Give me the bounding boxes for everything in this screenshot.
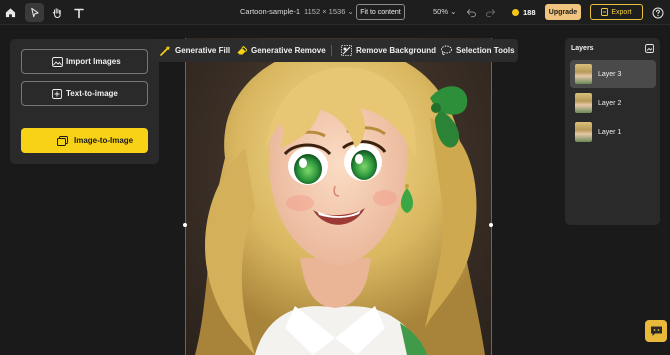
resize-handle-left[interactable]	[183, 223, 187, 227]
fit-to-content-button[interactable]: Fit to content	[356, 4, 405, 20]
image-stack-icon	[57, 135, 68, 146]
layer-thumbnail	[575, 122, 592, 142]
layer-thumbnail	[575, 64, 592, 84]
generative-fill-label: Generative Fill	[175, 46, 231, 55]
selection-tools-tool[interactable]: Selection Tools	[440, 39, 515, 62]
chevron-down-icon: ⌄	[450, 7, 457, 16]
selection-tools-label: Selection Tools	[456, 46, 515, 55]
generative-fill-tool[interactable]: Generative Fill	[160, 39, 230, 62]
hand-icon[interactable]	[47, 3, 66, 22]
redo-icon[interactable]	[481, 3, 500, 22]
layer-item[interactable]: Layer 2	[570, 89, 656, 117]
text-to-image-button[interactable]: Text-to-image	[21, 81, 148, 106]
left-import-panel: Import Images Text-to-image Image-to-Ima…	[10, 39, 159, 164]
document-dimensions[interactable]: 1152 × 1536 ⌄	[304, 7, 354, 16]
chat-support-button[interactable]	[645, 320, 667, 342]
remove-background-tool[interactable]: Remove Background	[341, 39, 436, 62]
help-icon[interactable]	[648, 3, 667, 22]
top-bar: Cartoon-sample-1 1152 × 1536 ⌄ Fit to co…	[0, 0, 670, 25]
home-icon[interactable]	[1, 3, 20, 22]
toolbar-divider	[331, 45, 332, 56]
image-to-image-button[interactable]: Image-to-Image	[21, 128, 148, 153]
dimensions-value: 1152 × 1536	[304, 7, 346, 16]
zoom-select[interactable]: 50% ⌄	[433, 7, 456, 16]
layer-label: Layer 2	[598, 99, 622, 107]
resize-handle-right[interactable]	[489, 223, 493, 227]
layer-label: Layer 3	[598, 70, 622, 78]
text-icon[interactable]	[69, 3, 88, 22]
selection-border-left	[185, 38, 186, 355]
layer-label: Layer 1	[598, 128, 622, 136]
layer-item[interactable]: Layer 3	[570, 60, 656, 88]
lasso-icon	[441, 45, 452, 56]
credits-counter[interactable]: 188	[512, 5, 536, 19]
document-name[interactable]: Cartoon-sample-1	[240, 7, 300, 16]
generative-remove-tool[interactable]: Generative Remove	[236, 39, 326, 62]
coin-icon	[512, 8, 519, 16]
export-icon	[601, 8, 609, 16]
generative-remove-label: Generative Remove	[251, 46, 326, 55]
import-images-button[interactable]: Import Images	[21, 49, 148, 74]
remove-background-label: Remove Background	[356, 46, 437, 55]
magic-wand-icon	[160, 45, 171, 56]
image-to-image-label: Image-to-Image	[74, 136, 134, 145]
credits-value: 188	[523, 7, 536, 17]
zoom-value: 50%	[433, 7, 449, 16]
layers-title: Layers	[571, 45, 594, 52]
cartoon-girl-illustration	[195, 44, 485, 355]
image-icon	[52, 57, 63, 67]
eraser-icon	[237, 45, 247, 55]
export-button[interactable]: Export	[590, 4, 643, 20]
chevron-down-icon: ⌄	[347, 7, 354, 16]
selection-border-right	[491, 38, 492, 355]
layers-panel: Layers Layer 3 Layer 2 Layer 1	[565, 38, 660, 225]
pointer-icon[interactable]	[25, 3, 44, 22]
chat-icon	[650, 326, 662, 336]
generative-toolbar: Generative Fill Generative Remove Remove…	[151, 39, 518, 62]
text-to-image-label: Text-to-image	[66, 89, 118, 98]
export-label: Export	[611, 8, 632, 16]
canvas-image[interactable]	[185, 38, 492, 355]
layer-item[interactable]: Layer 1	[570, 118, 656, 146]
upgrade-button[interactable]: Upgrade	[545, 4, 581, 20]
undo-icon[interactable]	[462, 3, 481, 22]
layer-thumbnail	[575, 93, 592, 113]
import-images-label: Import Images	[66, 57, 121, 66]
remove-background-icon	[341, 45, 352, 56]
plus-box-icon	[52, 89, 62, 99]
add-layer-icon[interactable]	[645, 44, 654, 53]
